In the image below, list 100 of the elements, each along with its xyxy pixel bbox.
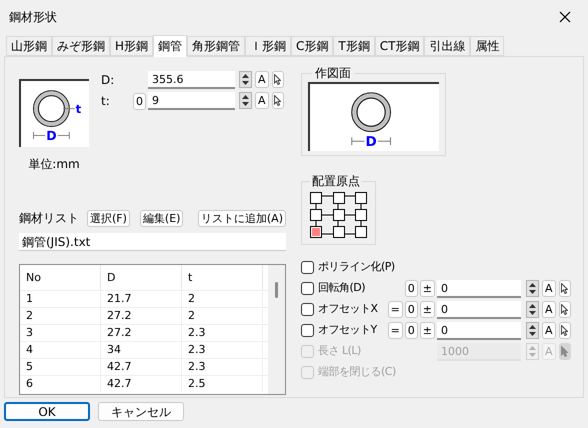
- small-button[interactable]: A: [542, 322, 556, 339]
- origin-point[interactable]: [332, 226, 344, 238]
- table-cell: 3: [20, 325, 101, 341]
- table-cell: 2.3: [182, 325, 263, 341]
- small-button[interactable]: A: [542, 280, 556, 297]
- table-cell: 2: [182, 308, 263, 324]
- table-cell: 42.7: [101, 376, 182, 392]
- table-cell: 27.2: [101, 308, 182, 324]
- unit-label: 単位:mm: [28, 156, 80, 173]
- tab[interactable]: 引出線: [424, 36, 470, 56]
- table-cell: 2: [20, 308, 101, 324]
- checkbox[interactable]: [301, 324, 314, 337]
- option-label: オフセットX: [318, 301, 378, 318]
- small-button[interactable]: 0: [404, 301, 418, 318]
- pick-button[interactable]: [272, 92, 284, 109]
- pick-button[interactable]: [558, 301, 571, 318]
- table-cell: 2: [182, 291, 263, 307]
- dimension-label: t:: [101, 92, 111, 110]
- spin-buttons-icon[interactable]: [239, 71, 252, 88]
- small-button[interactable]: ±: [420, 322, 435, 339]
- small-button[interactable]: 0: [133, 92, 146, 110]
- group-title: 配置原点: [311, 173, 361, 190]
- tab[interactable]: 属性: [470, 36, 504, 56]
- column-header[interactable]: t: [182, 265, 263, 290]
- tab[interactable]: Ｉ形鋼: [245, 36, 292, 56]
- cursor-icon: [561, 346, 568, 357]
- list-button[interactable]: 編集(E): [140, 210, 184, 226]
- origin-point[interactable]: [310, 192, 322, 204]
- d-label: D: [365, 134, 376, 148]
- list-button[interactable]: 選択(F): [87, 210, 130, 226]
- tab[interactable]: H形鋼: [110, 36, 154, 56]
- table-cell: 4: [20, 342, 101, 358]
- option-label: ポリライン化(P): [318, 259, 395, 276]
- d-label: D: [46, 128, 57, 143]
- table-cell: 5: [20, 359, 101, 375]
- column-header[interactable]: No: [20, 265, 101, 290]
- small-button[interactable]: A: [542, 301, 556, 318]
- tab[interactable]: T形鋼: [333, 36, 375, 56]
- dialog-button[interactable]: OK: [4, 402, 90, 421]
- close-icon[interactable]: [559, 11, 571, 23]
- tab[interactable]: みぞ形鋼: [52, 36, 110, 56]
- window-title: 鋼材形状: [9, 9, 57, 26]
- small-button[interactable]: 0: [404, 280, 418, 297]
- value-field[interactable]: 0: [437, 280, 521, 298]
- spin-buttons-icon[interactable]: [526, 322, 539, 339]
- origin-point[interactable]: [355, 208, 367, 221]
- file-field[interactable]: 鋼管(JIS).txt: [19, 233, 286, 251]
- tab[interactable]: 鋼管: [153, 35, 188, 57]
- table-cell: 34: [101, 342, 182, 358]
- value-field[interactable]: 355.6: [148, 70, 235, 88]
- dialog-button[interactable]: キャンセル: [98, 402, 184, 421]
- cursor-icon: [561, 283, 568, 294]
- spin-buttons-icon[interactable]: [526, 280, 539, 297]
- spin-buttons-icon[interactable]: [239, 92, 252, 109]
- tab[interactable]: CT形鋼: [374, 36, 424, 56]
- cursor-icon: [274, 95, 282, 106]
- tab[interactable]: 山形鋼: [6, 36, 52, 56]
- small-button[interactable]: A: [255, 71, 269, 88]
- value-field[interactable]: 0: [437, 322, 521, 340]
- pick-button[interactable]: [558, 322, 571, 339]
- tab[interactable]: 角形鋼管: [187, 36, 246, 56]
- checkbox[interactable]: [301, 282, 314, 295]
- small-button[interactable]: ±: [420, 280, 435, 297]
- option-label: 回転角(D): [318, 280, 366, 296]
- pick-button[interactable]: [272, 71, 284, 88]
- origin-point[interactable]: [310, 226, 322, 238]
- cursor-icon: [274, 74, 282, 85]
- dimension-label: D:: [101, 72, 116, 88]
- tab[interactable]: C形鋼: [291, 36, 334, 56]
- origin-point[interactable]: [332, 208, 344, 221]
- table-cell: 27.2: [101, 325, 182, 341]
- table-cell: 2.3: [182, 342, 263, 358]
- small-button[interactable]: ±: [420, 301, 435, 318]
- table-cell: 21.7: [101, 291, 182, 307]
- small-button[interactable]: =: [388, 322, 403, 339]
- checkbox[interactable]: [301, 303, 314, 316]
- table-cell: 2.3: [182, 359, 263, 375]
- origin-point[interactable]: [310, 208, 322, 221]
- origin-point[interactable]: [355, 192, 367, 204]
- checkbox[interactable]: [301, 261, 314, 274]
- table-cell: 6: [20, 376, 101, 392]
- list-label: 鋼材リスト: [19, 210, 79, 227]
- spin-buttons-icon[interactable]: [526, 301, 539, 318]
- group-title: 作図面: [314, 65, 352, 82]
- origin-point[interactable]: [355, 226, 367, 238]
- option-label: オフセットY: [318, 322, 377, 338]
- column-header[interactable]: D: [101, 265, 182, 290]
- small-button[interactable]: =: [388, 301, 403, 318]
- scrollbar[interactable]: [268, 265, 285, 394]
- table-cell: 42.7: [101, 359, 182, 375]
- small-button[interactable]: 0: [404, 322, 418, 339]
- list-button[interactable]: リストに追加(A): [198, 210, 286, 226]
- pick-button[interactable]: [558, 280, 571, 297]
- small-button[interactable]: A: [255, 92, 269, 109]
- value-field[interactable]: 9: [148, 92, 235, 110]
- origin-point[interactable]: [332, 192, 344, 204]
- value-field[interactable]: 0: [437, 300, 521, 318]
- table-cell: 1: [20, 291, 101, 307]
- option-label: 長さ L(L): [318, 343, 361, 360]
- cursor-icon: [561, 304, 568, 315]
